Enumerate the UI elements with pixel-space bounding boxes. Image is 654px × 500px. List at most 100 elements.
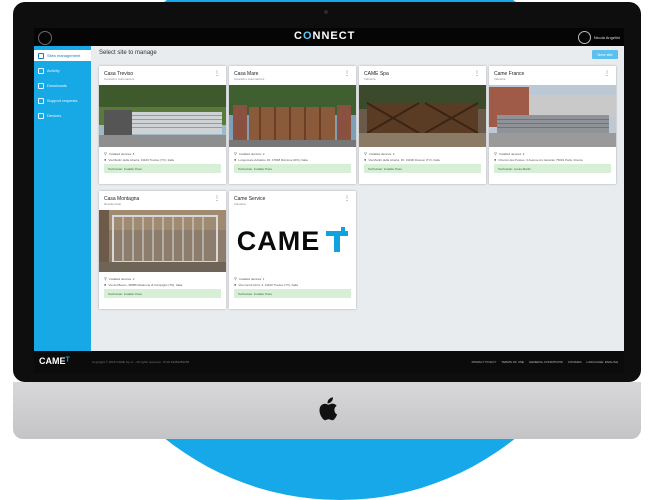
footer-links: PRIVACY POLICY TERMS OF USE GENERAL COND… [472, 360, 618, 364]
more-options-icon[interactable]: ⋮ [344, 196, 350, 202]
installed-devices: ⚲ Installed devices: 2 [104, 276, 134, 281]
technician-badge: Technician: Installer Pass [234, 164, 351, 173]
person-icon: ⚲ [104, 276, 107, 281]
person-icon: ⚲ [234, 276, 237, 281]
sidebar-item-downloads[interactable]: Downloads [34, 80, 91, 91]
site-photo [229, 85, 356, 147]
installed-text: Installed devices: 2 [368, 151, 395, 156]
site-subtitle: Cancelli e Automazioni [104, 77, 135, 81]
brand-mark: O [302, 30, 313, 42]
site-subtitle: Cancelli e Automazioni [234, 77, 265, 81]
site-card[interactable]: Came Service Industria ⋮ CAME ⚲ Installed… [229, 191, 356, 309]
installed-text: Installed devices: 5 [108, 151, 135, 156]
installed-devices: ⚲ Installed devices: 2 [364, 151, 394, 156]
sidebar-item-label: Sites management [47, 53, 81, 58]
technician-badge: Technician: Installer Pass [104, 289, 221, 298]
brand-suffix: NNECT [312, 30, 356, 42]
installed-devices: ⚲ Installed devices: 1 [234, 276, 264, 281]
person-icon: ⚲ [104, 151, 107, 156]
address-text: Lungomare Adriatico 30, 47838 Riccione (… [238, 157, 308, 162]
site-subtitle: Residenziale [104, 202, 122, 206]
site-card[interactable]: Casa Treviso Cancelli e Automazioni ⋮ ⚲ I… [99, 66, 226, 184]
site-card[interactable]: Came France Industria ⋮ ⚲ Installed devic… [489, 66, 616, 184]
site-address: ● Lungomare Adriatico 30, 47838 Riccione … [234, 157, 308, 162]
technician-badge: Technician: Installer Pass [364, 164, 481, 173]
installed-text: Installed devices: 4 [498, 151, 525, 156]
menu-icon[interactable] [38, 31, 52, 45]
sidebar-item-devices[interactable]: Devices [34, 110, 91, 121]
address-text: Chemin des Postes, 3 Avenue du Général, … [498, 157, 583, 162]
technician-badge: Technician: Lucas Martin [494, 164, 611, 173]
camera-dot [324, 10, 328, 14]
address-text: Via Martiri della Libertà, 15, 31030 Dos… [368, 157, 440, 162]
site-card[interactable]: Casa Mare Cancelli e Automazioni ⋮ ⚲ Inst… [229, 66, 356, 184]
more-options-icon[interactable]: ⋮ [344, 71, 350, 77]
installed-devices: ⚲ Installed devices: 4 [494, 151, 524, 156]
person-icon: ⚲ [364, 151, 367, 156]
installed-devices: ⚲ Installed devices: 3 [234, 151, 264, 156]
sidebar-item-label: Devices [47, 113, 62, 118]
more-options-icon[interactable]: ⋮ [214, 196, 220, 202]
footer-came-logo: CAMEᵀ [39, 356, 70, 367]
person-icon: ⚲ [494, 151, 497, 156]
location-pin-icon: ● [104, 282, 107, 287]
top-bar: CONNECT Nicola Angelini [34, 28, 624, 46]
sidebar-item-sites[interactable]: Sites management [34, 50, 91, 61]
cookies-link[interactable]: COOKIES [568, 360, 582, 364]
site-photo [359, 85, 486, 147]
page-title: Select site to manage [99, 50, 157, 56]
sidebar-item-label: Support requests [47, 98, 78, 103]
installed-text: Installed devices: 1 [238, 276, 265, 281]
downloads-icon [38, 82, 44, 89]
site-card[interactable]: Casa Montagna Residenziale ⋮ ⚲ Installed … [99, 191, 226, 309]
location-pin-icon: ● [234, 282, 237, 287]
sidebar-item-label: Activity [47, 68, 60, 73]
site-photo [489, 85, 616, 147]
sidebar-item-label: Downloads [47, 83, 67, 88]
sidebar-item-activity[interactable]: Activity [34, 65, 91, 76]
site-photo [99, 210, 226, 272]
app-brand: CONNECT [294, 30, 355, 42]
more-options-icon[interactable]: ⋮ [604, 71, 610, 77]
more-options-icon[interactable]: ⋮ [214, 71, 220, 77]
site-subtitle: Industria [364, 77, 376, 81]
location-pin-icon: ● [364, 157, 367, 162]
copyright-text: Copyright © 2018 CAME S.p.A. - All right… [92, 360, 190, 364]
devices-icon [38, 112, 44, 119]
new-site-button[interactable]: New site [592, 50, 618, 59]
brand-prefix: C [294, 30, 303, 42]
imac-chin [13, 382, 641, 439]
site-address: ● Via Martiri della Libertà, 31100 Trevis… [104, 157, 174, 162]
site-subtitle: Industria [494, 77, 506, 81]
site-address: ● Chemin des Postes, 3 Avenue du Général,… [494, 157, 583, 162]
user-menu[interactable]: Nicola Angelini [577, 31, 620, 44]
site-address: ● Via del Bosco, 38086 Madonna di Campigl… [104, 282, 182, 287]
terms-of-use-link[interactable]: TERMS OF USE [501, 360, 524, 364]
general-conditions-link[interactable]: GENERAL CONDITIONS [529, 360, 563, 364]
support-icon [38, 97, 44, 104]
main-content: Select site to manage New site Casa Trev… [91, 46, 624, 351]
sites-icon [38, 52, 44, 59]
site-subtitle: Industria [234, 202, 246, 206]
address-text: Via Martiri della Libertà, 31100 Treviso… [108, 157, 175, 162]
more-options-icon[interactable]: ⋮ [474, 71, 480, 77]
technician-badge: Technician: Installer Pass [234, 289, 351, 298]
site-address: ● Via Martiri della Libertà, 15, 31030 Do… [364, 157, 440, 162]
site-card[interactable]: CAME Spa Industria ⋮ ⚲ Installed devices:… [359, 66, 486, 184]
sidebar-item-support[interactable]: Support requests [34, 95, 91, 106]
user-name: Nicola Angelini [593, 35, 620, 40]
location-pin-icon: ● [234, 157, 237, 162]
app-screen: CONNECT Nicola Angelini Sites management… [34, 28, 624, 373]
came-logo-text: CAME [236, 225, 321, 256]
site-address: ● Via Cornia Nord, 3, 31100 Treviso (TV),… [234, 282, 298, 287]
site-photo [99, 85, 226, 147]
language-selector[interactable]: LANGUAGE: ENGLISH [586, 360, 618, 364]
came-logo-image: CAME [229, 210, 356, 272]
installed-devices: ⚲ Installed devices: 5 [104, 151, 134, 156]
location-pin-icon: ● [494, 157, 497, 162]
location-pin-icon: ● [104, 157, 107, 162]
address-text: Via Cornia Nord, 3, 31100 Treviso (TV), … [238, 282, 299, 287]
footer-logo-text: CAME [39, 356, 66, 366]
privacy-policy-link[interactable]: PRIVACY POLICY [472, 360, 497, 364]
came-t-logo-icon [326, 227, 349, 252]
